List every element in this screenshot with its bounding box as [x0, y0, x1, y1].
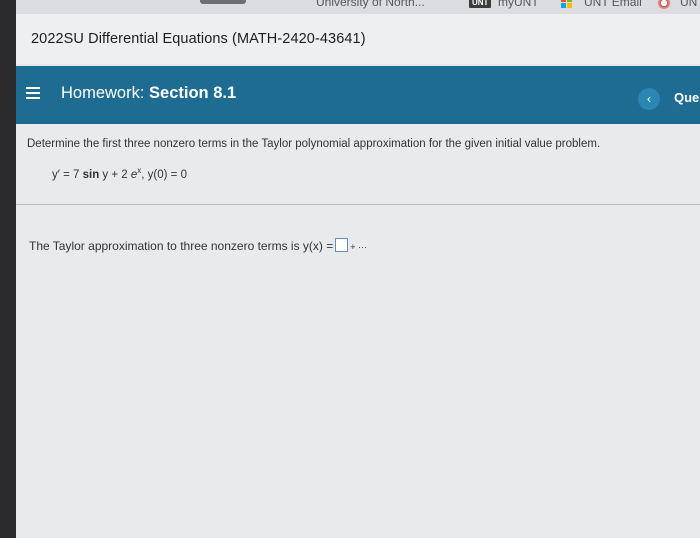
divider	[16, 204, 700, 205]
answer-prefix: The Taylor approximation to three nonzer…	[29, 239, 334, 253]
equation-initial-condition: , y(0) = 0	[141, 168, 187, 181]
bookmark-un[interactable]: UN	[680, 0, 697, 9]
equation-mid: y + 2	[99, 168, 131, 181]
answer-suffix: + ···	[350, 242, 367, 252]
course-title[interactable]: 2022SU Differential Equations (MATH-2420…	[31, 31, 366, 47]
course-header: 2022SU Differential Equations (MATH-2420…	[16, 14, 700, 64]
answer-line: The Taylor approximation to three nonzer…	[29, 238, 367, 253]
bookmark-unt-email[interactable]: UNT Email	[584, 0, 642, 9]
bookmarks-bar: University of North... UNT myUNT UNT Ema…	[16, 0, 700, 15]
bookmark-unt-university[interactable]: University of North...	[316, 0, 425, 9]
homework-bar: Homework: Section 8.1 ‹ Que	[16, 66, 700, 124]
homework-prefix: Homework:	[61, 84, 145, 102]
previous-question-button[interactable]: ‹	[638, 88, 660, 110]
homework-section: Section 8.1	[149, 84, 237, 102]
browser-viewport: University of North... UNT myUNT UNT Ema…	[16, 0, 700, 538]
equation-sin: sin	[82, 168, 100, 181]
differential-equation: y′ = 7 sin y + 2 ex, y(0) = 0	[52, 166, 187, 181]
unt-logo-icon: UNT	[469, 0, 492, 8]
hamburger-menu-icon[interactable]	[26, 86, 40, 100]
question-label[interactable]: Que	[674, 90, 699, 105]
gear-icon	[657, 0, 671, 10]
question-panel: Determine the first three nonzero terms …	[16, 124, 700, 538]
equation-lhs: y′ = 7	[52, 168, 83, 181]
bookmark-myunt[interactable]: myUNT	[498, 0, 539, 9]
microsoft-icon	[561, 0, 573, 9]
question-prompt: Determine the first three nonzero terms …	[27, 138, 601, 150]
answer-input[interactable]	[335, 238, 349, 252]
bookmark-fragment[interactable]	[200, 0, 246, 4]
homework-title: Homework: Section 8.1	[61, 84, 236, 103]
